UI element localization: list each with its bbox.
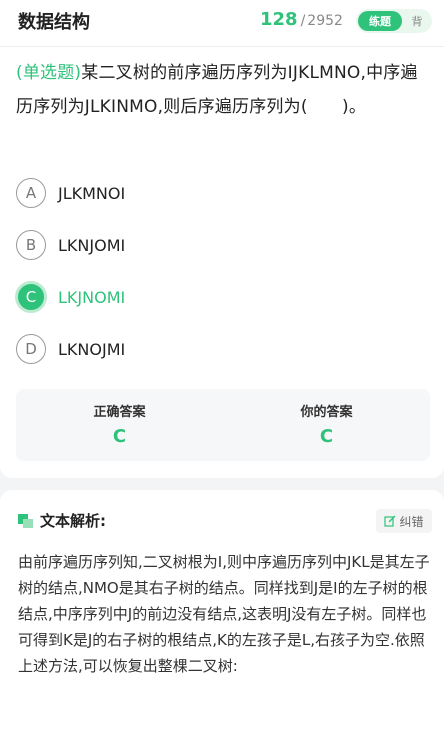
edit-icon (384, 515, 396, 527)
correct-answer-value: C (112, 426, 127, 447)
option-c[interactable]: C LKJNOMI (15, 280, 316, 314)
current-question-number: 128 (260, 9, 298, 30)
your-answer-value: C (319, 426, 334, 447)
option-text: LKNOJMI (58, 339, 126, 359)
header-bar: 数据结构 128 / 2952 练题 背 (0, 0, 444, 44)
total-question-count: 2952 (307, 13, 343, 29)
question-counter: 128 / 2952 (260, 9, 343, 30)
mode-memorize-button[interactable]: 背 (402, 13, 432, 29)
analysis-text: 由前序遍历序列知,二叉树根为I,则中序遍历序列中JKL是其左子树的结点,NMO是… (18, 553, 430, 675)
subject-title: 数据结构 (18, 12, 90, 33)
option-text: LKNJOMI (58, 235, 126, 255)
mode-practice-button[interactable]: 练题 (358, 11, 402, 31)
correct-answer: 正确答案 C (16, 401, 223, 447)
question-card: 数据结构 128 / 2952 练题 背 (单选题)某二叉树的前序遍历序列为IJ… (0, 0, 444, 478)
option-letter: A (16, 178, 46, 208)
report-error-button[interactable]: 纠错 (376, 509, 432, 533)
option-letter: D (16, 334, 46, 364)
option-text: LKJNOMI (58, 287, 126, 307)
analysis-icon (18, 513, 34, 528)
mode-toggle[interactable]: 练题 背 (356, 9, 432, 33)
report-error-label: 纠错 (399, 514, 424, 529)
question-type-label: (单选题) (16, 63, 82, 83)
correct-answer-label: 正确答案 (93, 405, 146, 420)
question-stem: (单选题)某二叉树的前序遍历序列为IJKLMNO,中序遍历序列为JLKINMO,… (16, 56, 434, 124)
option-a[interactable]: A JLKMNOI (16, 176, 316, 210)
option-letter: C (15, 281, 47, 313)
header-divider (0, 46, 444, 47)
analysis-header: 文本解析: (18, 510, 106, 531)
option-text: JLKMNOI (58, 183, 126, 203)
answer-summary: 正确答案 C 你的答案 C (16, 389, 430, 461)
your-answer: 你的答案 C (223, 401, 430, 447)
analysis-title: 文本解析: (40, 512, 106, 530)
counter-separator: / (300, 13, 306, 29)
option-letter: B (16, 230, 46, 260)
option-b[interactable]: B LKNJOMI (16, 228, 316, 262)
option-d[interactable]: D LKNOJMI (16, 332, 316, 366)
your-answer-label: 你的答案 (300, 405, 353, 420)
